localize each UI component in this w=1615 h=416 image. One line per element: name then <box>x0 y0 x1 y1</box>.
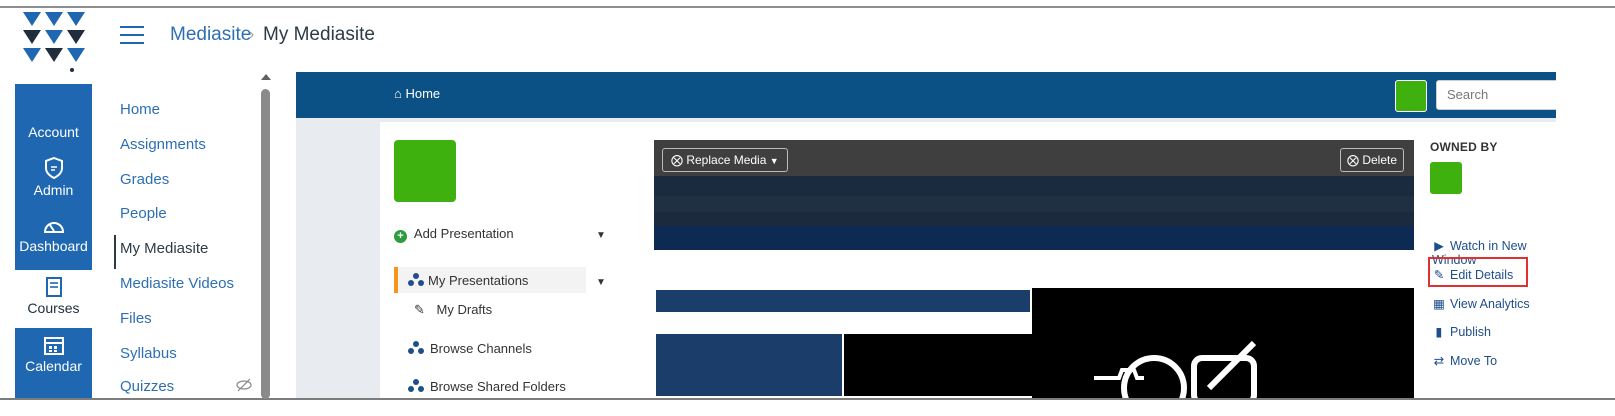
add-presentation-button[interactable]: + Add Presentation <box>394 226 514 243</box>
course-nav-mediasite-videos[interactable]: Mediasite Videos <box>120 275 234 292</box>
presentations-icon <box>408 273 424 287</box>
global-nav-rail: Account Admin Dashboard Courses Calendar <box>15 8 92 398</box>
presentation-area: ⨂ Replace Media ▼ ⨂ Delete <box>626 122 1556 398</box>
rail-item-label: Dashboard <box>19 238 88 254</box>
home-icon: ⌂ <box>394 86 402 101</box>
view-analytics-link[interactable]: ▦ View Analytics <box>1432 296 1530 311</box>
browse-shared-folders-item[interactable]: Browse Shared Folders <box>430 379 566 394</box>
hidden-eye-icon <box>236 378 252 392</box>
page-header: Mediasite › My Mediasite <box>92 8 1615 72</box>
course-nav-home[interactable]: Home <box>120 101 160 118</box>
course-nav-people[interactable]: People <box>120 205 167 222</box>
home-label: Home <box>405 86 441 101</box>
rail-item-account[interactable]: Account <box>15 124 92 140</box>
publish-label: Publish <box>1450 325 1491 339</box>
rail-item-label: Courses <box>27 300 80 316</box>
breadcrumb-separator: › <box>249 26 255 43</box>
scroll-up-arrow[interactable] <box>261 74 271 80</box>
rail-item-admin[interactable]: Admin <box>15 156 92 198</box>
embedded-browser-address <box>654 196 1414 212</box>
course-nav-syllabus[interactable]: Syllabus <box>120 345 177 362</box>
rail-item-courses[interactable]: Courses <box>15 270 92 328</box>
replace-media-label: Replace Media <box>686 153 767 167</box>
browse-channels-item[interactable]: Browse Channels <box>430 341 532 356</box>
shared-folders-icon <box>408 379 424 393</box>
course-nav-quizzes[interactable]: Quizzes <box>120 378 174 396</box>
profile-avatar[interactable] <box>394 140 456 202</box>
course-nav-grades[interactable]: Grades <box>120 171 169 188</box>
play-circle-icon: ▶ <box>1434 239 1444 253</box>
book-icon <box>45 277 62 297</box>
bottom-border <box>0 398 1615 400</box>
rail-item-calendar[interactable]: Calendar <box>15 334 92 374</box>
publish-link[interactable]: ▮ Publish <box>1432 324 1491 339</box>
breadcrumb-current: My Mediasite <box>263 24 375 45</box>
my-drafts-item[interactable]: ✎ My Drafts <box>414 302 492 318</box>
view-analytics-label: View Analytics <box>1450 297 1530 311</box>
dashboard-icon <box>43 222 64 233</box>
video-toolbar: ⨂ Replace Media ▼ ⨂ Delete <box>654 140 1414 176</box>
embedded-browser-tabs <box>654 176 1414 196</box>
my-drafts-label: My Drafts <box>436 302 493 317</box>
close-circle-icon: ⨂ <box>1346 153 1359 167</box>
search-input[interactable]: Search <box>1436 80 1556 110</box>
chevron-down-icon[interactable]: ▼ <box>596 277 606 288</box>
close-circle-icon: ⨂ <box>671 153 683 167</box>
embedded-black-pane <box>1034 288 1414 398</box>
video-player[interactable]: ⨂ Replace Media ▼ ⨂ Delete <box>654 140 1414 398</box>
embedded-capture-bar <box>654 226 1414 250</box>
rail-item-dashboard[interactable]: Dashboard <box>15 216 92 254</box>
home-link[interactable]: ⌂ Home <box>394 86 440 101</box>
delete-label: Delete <box>1362 153 1397 167</box>
delete-button[interactable]: ⨂ Delete <box>1339 148 1404 172</box>
owned-by-label: OWNED BY <box>1430 140 1498 154</box>
channels-icon <box>408 341 424 355</box>
chevron-down-icon: ▼ <box>769 156 779 166</box>
edit-icon: ✎ <box>414 302 425 317</box>
rail-item-label: Account <box>28 124 79 140</box>
selected-row-indicator <box>394 267 398 293</box>
course-navigation: Home Assignments Grades People My Medias… <box>114 72 296 399</box>
mediasite-sidebar: + Add Presentation ▼ My Presentations ▼ … <box>380 122 626 398</box>
breadcrumb-mediasite[interactable]: Mediasite <box>170 24 251 46</box>
edit-details-highlight <box>1428 257 1528 287</box>
calendar-icon <box>43 337 64 355</box>
hamburger-icon[interactable] <box>120 26 144 44</box>
scrollbar-thumb[interactable] <box>261 89 270 399</box>
add-presentation-label: Add Presentation <box>413 226 514 241</box>
institution-logo[interactable] <box>17 8 90 80</box>
embedded-browser-bookmarks <box>654 212 1414 226</box>
embedded-white-area <box>654 250 1414 288</box>
add-circle-icon: + <box>394 230 407 243</box>
owner-avatar[interactable] <box>1430 162 1462 194</box>
rail-item-label: Calendar <box>25 358 82 374</box>
analytics-icon: ▦ <box>1433 297 1445 311</box>
embedded-thumbnail <box>654 288 1032 398</box>
mediasite-topbar: ⌂ Home Search <box>296 72 1556 118</box>
arrows-icon: ⇄ <box>1433 354 1445 368</box>
replace-media-button[interactable]: ⨂ Replace Media ▼ <box>662 148 788 172</box>
my-presentations-item[interactable]: My Presentations <box>428 273 528 288</box>
move-to-label: Move To <box>1450 354 1498 368</box>
mediasite-frame: ⌂ Home Search + Add Presentation ▼ My Pr… <box>296 72 1556 398</box>
active-indicator <box>114 235 116 269</box>
course-nav-assignments[interactable]: Assignments <box>120 136 206 153</box>
user-avatar[interactable] <box>1395 80 1427 112</box>
rail-item-label: Admin <box>33 182 74 198</box>
course-nav-my-mediasite[interactable]: My Mediasite <box>120 240 208 257</box>
camera-off-icon <box>1094 340 1257 398</box>
shield-icon <box>44 156 63 180</box>
chevron-down-icon[interactable]: ▼ <box>596 230 606 241</box>
book-icon: ▮ <box>1435 325 1443 339</box>
move-to-link[interactable]: ⇄ Move To <box>1432 353 1497 368</box>
course-nav-files[interactable]: Files <box>120 310 152 327</box>
